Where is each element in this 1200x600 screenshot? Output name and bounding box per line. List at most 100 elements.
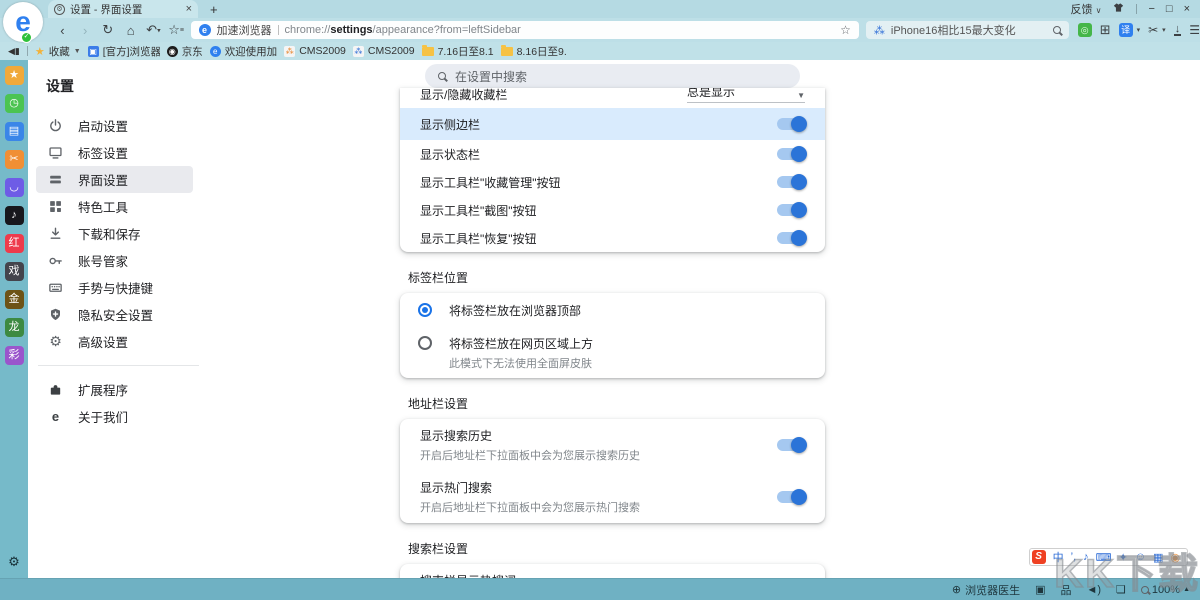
setting-row-hot-search: 显示热门搜索 开启后地址栏下拉面板中会为您展示热门搜索 (400, 471, 825, 523)
app-shortcut-xiaohongshu-icon[interactable]: 红 (5, 234, 24, 253)
undo-closed-tab-icon[interactable]: ↶▾ (143, 22, 164, 38)
toolbar-search-box[interactable]: ⁂ iPhone16相比15最大变化 (866, 21, 1069, 39)
bookmark-manager-icon[interactable]: ☆≡ (166, 22, 187, 38)
nav-item-interface[interactable]: 界面设置 (36, 166, 193, 193)
ime-toolbox-icon[interactable]: ▦ (1153, 551, 1163, 564)
zoom-control[interactable]: 100% ▲ (1141, 584, 1190, 596)
show-statusbar-toggle[interactable] (777, 148, 805, 160)
nav-item-advanced[interactable]: ⚙ 高级设置 (36, 328, 193, 355)
minimize-button[interactable]: − (1148, 3, 1154, 15)
show-sidebar-toggle[interactable] (777, 118, 805, 130)
apps-grid-icon[interactable]: ⊞ (1100, 22, 1111, 38)
ime-punctuation-icon[interactable]: ’, (1071, 551, 1077, 563)
speaker-icon[interactable]: ◄) (1086, 584, 1101, 596)
nav-item-startup[interactable]: 启动设置 (36, 112, 193, 139)
hot-search-toggle[interactable] (777, 491, 805, 503)
tab-position-option-top[interactable]: 将标签栏放在浏览器顶部 (400, 293, 825, 326)
nav-item-featured-tools[interactable]: 特色工具 (36, 193, 193, 220)
bookmark-item[interactable]: ⁂CMS2009 (284, 45, 346, 57)
ime-keyboard-icon[interactable]: ⌨ (1096, 551, 1112, 564)
bookmark-item[interactable]: ◉京东 (167, 44, 203, 59)
close-button[interactable]: × (1184, 3, 1190, 15)
search-icon[interactable] (1053, 26, 1061, 34)
menu-icon[interactable]: ☰ (1189, 23, 1200, 37)
zoom-caret-icon[interactable]: ▲ (1183, 586, 1190, 593)
sogou-logo-icon[interactable]: S (1032, 550, 1046, 564)
collapse-bookmarks-icon[interactable]: ◀▮ (8, 46, 20, 57)
toolbar-actions: ◎ ⊞ 译 ▾ ✂ ▾ ↓ ☰ (1078, 22, 1200, 38)
ime-mode-icon[interactable]: 中 (1053, 549, 1064, 565)
browser-toolbar: ‹ › ↻ ⌂ ↶▾ ☆≡ e 加速浏览器 chrome://settings/… (0, 18, 1200, 42)
restore-button-toggle[interactable] (777, 232, 805, 244)
search-history-toggle[interactable] (777, 439, 805, 451)
favorites-menu[interactable]: ★ 收藏 ▼ (35, 44, 81, 59)
app-shortcut-game-center-icon[interactable]: ◡ (5, 178, 24, 197)
skin-button[interactable] (1112, 2, 1125, 16)
nav-item-gestures-shortcuts[interactable]: 手势与快捷键 (36, 274, 193, 301)
browser-tab-active[interactable]: ⚙ 设置 - 界面设置 × (48, 0, 198, 18)
adblock-icon[interactable]: ◎ (1078, 23, 1092, 37)
favorites-bar-select[interactable]: 总是显示 ▼ (687, 88, 805, 103)
nav-item-privacy-security[interactable]: 隐私安全设置 (36, 301, 193, 328)
bookmark-folder[interactable]: 7.16日至8.1 (422, 44, 494, 59)
address-separator (278, 25, 279, 35)
browser-doctor-button[interactable]: ⊕ 浏览器医生 (952, 582, 1020, 598)
bookmark-page-icon[interactable]: ☆ (840, 23, 851, 37)
nav-item-download-save[interactable]: 下载和保存 (36, 220, 193, 247)
app-shortcut-workspace-icon[interactable]: ▤ (5, 122, 24, 141)
home-icon[interactable]: ⌂ (120, 23, 141, 38)
app-shortcut-history-icon[interactable]: ◷ (5, 94, 24, 113)
tab-position-option-above-page[interactable]: 将标签栏放在网页区域上方 此模式下无法使用全面屏皮肤 (400, 326, 825, 378)
bookmark-item[interactable]: ▣[官方]浏览器 (88, 44, 160, 59)
search-icon (438, 72, 446, 80)
app-shortcut-game4-icon[interactable]: 彩 (5, 346, 24, 365)
ime-voice-icon[interactable]: ♪ (1083, 551, 1089, 563)
task-bag-icon[interactable]: ▣ (1035, 583, 1045, 596)
favorites-manage-toggle[interactable] (777, 176, 805, 188)
ime-skin-icon[interactable]: ✦ (1119, 551, 1128, 564)
url-text[interactable]: chrome://settings/appearance?from=leftSi… (285, 24, 835, 36)
ime-toolbar[interactable]: S 中 ’, ♪ ⌨ ✦ ☺ ▦ ◉ (1029, 548, 1188, 566)
settings-search-input[interactable]: 在设置中搜索 (425, 64, 800, 88)
maximize-button[interactable]: □ (1166, 3, 1173, 15)
app-shortcut-game1-icon[interactable]: 戏 (5, 262, 24, 281)
settings-content: 在设置中搜索 显示/隐藏收藏栏 总是显示 ▼ 显示侧边栏 (223, 60, 1200, 578)
translate-icon[interactable]: 译 (1119, 23, 1133, 37)
app-shortcut-game2-icon[interactable]: 金 (5, 290, 24, 309)
forward-icon[interactable]: › (75, 23, 96, 38)
screenshot-button-toggle[interactable] (777, 204, 805, 216)
download-icon[interactable]: ↓ (1174, 25, 1182, 36)
nav-item-tabs[interactable]: 标签设置 (36, 139, 193, 166)
refresh-icon[interactable]: ↻ (98, 22, 119, 38)
bookmark-favicon: ⁂ (284, 46, 295, 57)
bookmark-item[interactable]: ⁂CMS2009 (353, 45, 415, 57)
nav-item-extensions[interactable]: 扩展程序 (36, 376, 193, 403)
bookmarks-bar: ◀▮ ★ 收藏 ▼ ▣[官方]浏览器 ◉京东 e欢迎使用加 ⁂CMS2009 ⁂… (0, 42, 1200, 60)
new-tab-button[interactable]: + (210, 2, 218, 17)
bookmark-item[interactable]: e欢迎使用加 (210, 44, 278, 59)
screenshot-scissors-icon[interactable]: ✂ (1148, 23, 1158, 37)
feedback-button[interactable]: 反馈 ∨ (1071, 1, 1102, 17)
app-shortcut-screenshot-icon[interactable]: ✂ (5, 150, 24, 169)
tab-close-icon[interactable]: × (186, 3, 192, 15)
radio-unselected-icon[interactable] (418, 336, 432, 350)
bookmark-folder[interactable]: 8.16日至9. (501, 44, 567, 59)
back-icon[interactable]: ‹ (52, 23, 73, 38)
toolbar-search-value[interactable]: iPhone16相比15最大变化 (891, 22, 1047, 38)
ime-badge-icon[interactable]: ◉ (1170, 551, 1180, 564)
nav-item-about[interactable]: e 关于我们 (36, 403, 193, 430)
translate-caret-icon[interactable]: ▾ (1137, 26, 1141, 34)
app-shortcut-douyin-icon[interactable]: ♪ (5, 206, 24, 225)
nav-item-account[interactable]: 账号管家 (36, 247, 193, 274)
status-bar: ⊕ 浏览器医生 ▣ 品 ◄) ❏ 100% ▲ (0, 578, 1200, 600)
multi-window-icon[interactable]: 品 (1060, 582, 1071, 598)
radio-selected-icon[interactable] (418, 303, 432, 317)
app-shortcut-game3-icon[interactable]: 龙 (5, 318, 24, 337)
screenshot-caret-icon[interactable]: ▾ (1162, 26, 1166, 34)
app-shortcut-favorites-icon[interactable]: ★ (5, 66, 24, 85)
address-bar[interactable]: e 加速浏览器 chrome://settings/appearance?fro… (191, 21, 859, 39)
window-stack-icon[interactable]: ❏ (1116, 583, 1126, 596)
strip-settings-gear-icon[interactable]: ⚙ (8, 554, 20, 570)
ime-emoji-icon[interactable]: ☺ (1135, 551, 1146, 563)
browser-logo[interactable]: e ✓ (3, 2, 43, 42)
